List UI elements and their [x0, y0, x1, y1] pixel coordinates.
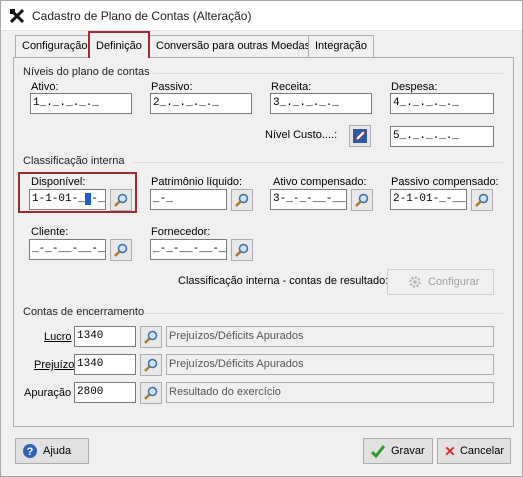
configurar-button[interactable]: Configurar: [387, 269, 494, 295]
app-logo-icon: [10, 9, 24, 23]
lucro-code-input[interactable]: 1340: [74, 326, 136, 347]
passivo-compensado-label: Passivo compensado:: [391, 176, 499, 188]
lucro-label: Lucro: [44, 331, 72, 343]
window-title: Cadastro de Plano de Contas (Alteração): [32, 9, 252, 23]
custo-input[interactable]: 5_._._._._: [390, 126, 494, 147]
receita-label: Receita:: [271, 81, 312, 93]
cliente-input[interactable]: _-_-__-__-__: [29, 239, 106, 260]
contas-resultado-label: Classificação interna - contas de result…: [178, 275, 389, 287]
passivo-compensado-input[interactable]: 2-1-01-_-__: [390, 189, 467, 210]
lucro-search-button[interactable]: [140, 326, 162, 348]
lucro-description: Prejuízos/Déficits Apurados: [166, 326, 494, 347]
prejuizo-description: Prejuízos/Déficits Apurados: [166, 354, 494, 375]
cliente-label: Cliente:: [31, 226, 69, 238]
apuracao-code-input[interactable]: 2800: [74, 382, 136, 403]
cliente-search-button[interactable]: [110, 239, 132, 261]
save-label: Gravar: [391, 445, 425, 457]
group-divider: [144, 313, 503, 314]
prejuizo-label: Prejuízo: [34, 359, 75, 371]
group-divider: [133, 162, 503, 163]
cancel-button[interactable]: Cancelar: [437, 438, 511, 464]
close-icon: [445, 446, 455, 456]
passivo-compensado-search-button[interactable]: [471, 189, 493, 211]
cancel-label: Cancelar: [459, 445, 504, 457]
help-label: Ajuda: [43, 445, 72, 457]
disponivel-value-prefix: 1-1-01-_: [32, 193, 85, 205]
apuracao-description: Resultado do exercício: [166, 382, 494, 403]
apuracao-label: Apuração: [24, 387, 72, 399]
fornecedor-search-button[interactable]: [231, 239, 253, 261]
ativo-label: Ativo:: [31, 81, 59, 93]
prejuizo-code-input[interactable]: 1340: [74, 354, 136, 375]
disponivel-input[interactable]: 1-1-01-__-__: [29, 189, 106, 210]
fornecedor-input[interactable]: _-_-__-__-__: [150, 239, 227, 260]
svg-text:?: ?: [27, 446, 34, 458]
search-icon: [235, 243, 249, 257]
tab-integracao[interactable]: Integração: [308, 35, 374, 57]
apuracao-search-button[interactable]: [140, 382, 162, 404]
search-icon: [114, 243, 128, 257]
search-icon: [144, 386, 158, 400]
disponivel-search-button[interactable]: [110, 189, 132, 211]
checkmark-icon: [370, 445, 386, 459]
help-icon: ?: [23, 444, 37, 458]
title-bar: Cadastro de Plano de Contas (Alteração): [1, 1, 522, 31]
group-classificacao-label: Classificação interna: [23, 155, 125, 167]
patrimonio-label: Patrimônio líquido:: [151, 176, 243, 188]
help-button[interactable]: ? Ajuda: [15, 438, 89, 464]
ativo-compensado-search-button[interactable]: [351, 189, 373, 211]
group-divider: [153, 73, 503, 74]
disponivel-value-suffix: -__: [91, 193, 105, 205]
search-icon: [475, 193, 489, 207]
group-niveis-label: Níveis do plano de contas: [23, 66, 150, 78]
passivo-input[interactable]: 2_._._._._: [150, 93, 252, 114]
patrimonio-search-button[interactable]: [231, 189, 253, 211]
passivo-label: Passivo:: [151, 81, 193, 93]
ativo-compensado-input[interactable]: 3-_-_-__-__: [270, 189, 347, 210]
receita-input[interactable]: 3_._._._._: [270, 93, 372, 114]
edit-custo-button[interactable]: [349, 125, 371, 147]
search-icon: [114, 193, 128, 207]
group-encerramento-label: Contas de encerramento: [23, 306, 145, 318]
ativo-input[interactable]: 1_._._._._: [30, 93, 132, 114]
pencil-edit-icon: [353, 129, 367, 143]
ativo-compensado-label: Ativo compensado:: [273, 176, 367, 188]
disponivel-label: Disponível:: [31, 176, 86, 188]
tab-configuracao[interactable]: Configuração: [15, 35, 95, 57]
nivel-custo-label: Nível Custo....:: [265, 129, 338, 141]
configurar-label: Configurar: [428, 276, 480, 288]
fornecedor-label: Fornecedor:: [151, 226, 211, 238]
despesa-input[interactable]: 4_._._._._: [390, 93, 494, 114]
tab-conversao-moedas[interactable]: Conversão para outras Moedas: [149, 35, 318, 57]
prejuizo-search-button[interactable]: [140, 354, 162, 376]
search-icon: [355, 193, 369, 207]
despesa-label: Despesa:: [391, 81, 438, 93]
tab-definicao[interactable]: Definição: [88, 31, 150, 58]
search-icon: [144, 330, 158, 344]
search-icon: [235, 193, 249, 207]
dialog-window: Cadastro de Plano de Contas (Alteração) …: [0, 0, 523, 477]
save-button[interactable]: Gravar: [363, 438, 433, 464]
search-icon: [144, 358, 158, 372]
gear-icon: [409, 276, 421, 288]
patrimonio-input[interactable]: _-_: [150, 189, 227, 210]
